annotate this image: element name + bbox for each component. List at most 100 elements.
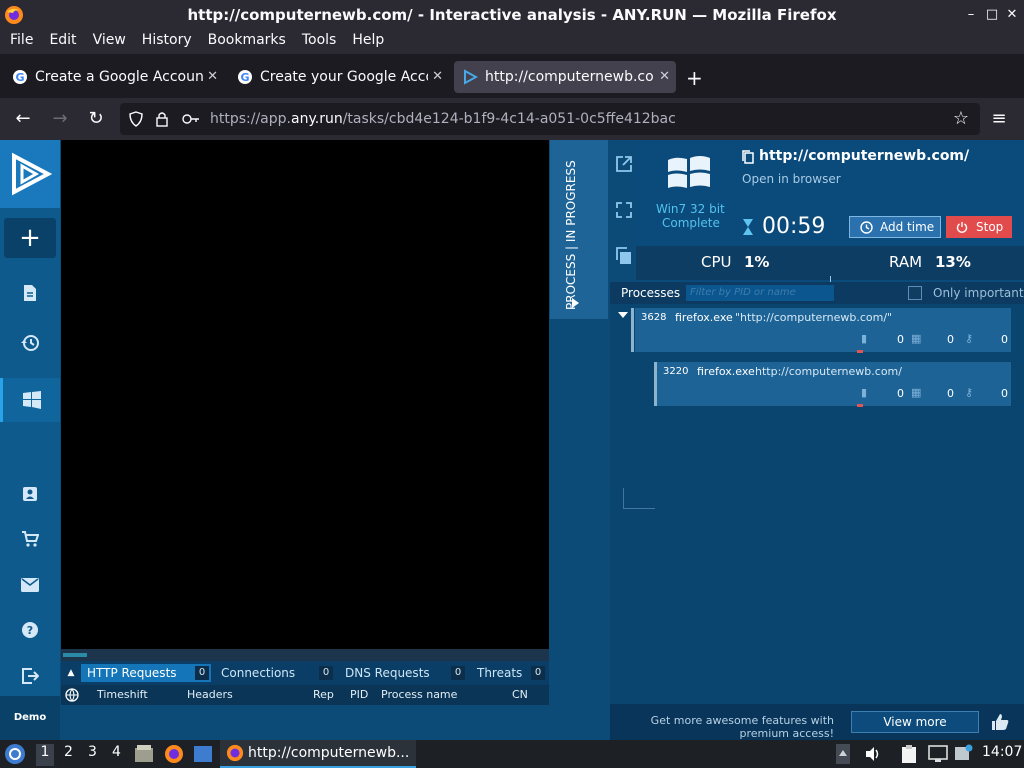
tab-google-account-1[interactable]: G Create a Google Account ✕ xyxy=(4,61,224,93)
workspace-2[interactable]: 2 xyxy=(64,744,73,760)
process-filter-input[interactable]: Filter by PID or name xyxy=(686,285,834,301)
play-icon xyxy=(572,298,579,308)
col-rep[interactable]: Rep xyxy=(313,688,334,701)
process-row[interactable]: 3220 firefox.exe http://computernewb.com… xyxy=(657,362,1011,407)
demo-plan-badge[interactable]: Demo plan xyxy=(0,696,60,767)
stop-button[interactable]: Stop xyxy=(946,216,1012,238)
google-icon: G xyxy=(238,70,252,84)
registry-key-icon: ⚷ xyxy=(965,332,974,345)
new-task-button[interactable]: + xyxy=(4,218,56,258)
tab-http-requests[interactable]: HTTP Requests 0 xyxy=(81,664,211,682)
copy-icon[interactable] xyxy=(614,246,634,266)
col-timeshift[interactable]: Timeshift xyxy=(97,688,148,701)
scroll-up-icon[interactable] xyxy=(836,744,850,764)
tab-anyrun[interactable]: http://computernewb.com/ ✕ xyxy=(454,61,676,93)
window-titlebar: http://computernewb.com/ - Interactive a… xyxy=(0,0,1024,30)
hamburger-menu-icon[interactable]: ≡ xyxy=(988,108,1010,130)
bookmark-star-icon[interactable]: ☆ xyxy=(950,108,972,130)
collapse-icon[interactable]: ▲ xyxy=(61,661,81,685)
view-more-button[interactable]: View more xyxy=(851,711,979,733)
menu-view[interactable]: View xyxy=(83,30,126,54)
tab-close-icon[interactable]: ✕ xyxy=(432,69,443,84)
col-cn[interactable]: CN xyxy=(512,688,528,701)
sidebar-windows-task[interactable] xyxy=(0,378,60,422)
lock-icon[interactable] xyxy=(154,110,170,128)
url-bar[interactable]: https://app.any.run/tasks/cbd4e124-b1f9-… xyxy=(120,103,980,135)
only-important-label[interactable]: Only important xyxy=(933,286,1024,300)
sidebar-history[interactable] xyxy=(0,324,60,364)
tab-threats[interactable]: Threats 0 xyxy=(471,664,547,682)
col-pid[interactable]: PID xyxy=(350,688,368,701)
tab-strip: G Create a Google Account ✕ G Create you… xyxy=(0,56,1024,98)
maximize-button[interactable]: □ xyxy=(983,6,1001,24)
sidebar-profile[interactable] xyxy=(0,476,60,516)
http-table-header: Timeshift Headers Rep PID Process name C… xyxy=(61,685,549,705)
col-process-name[interactable]: Process name xyxy=(381,688,457,701)
task-url[interactable]: http://computernewb.com/ xyxy=(759,148,969,164)
process-activity-marker xyxy=(857,404,863,407)
sidebar-help[interactable]: ? xyxy=(0,610,60,650)
tab-connections[interactable]: Connections 0 xyxy=(215,664,335,682)
only-important-checkbox[interactable] xyxy=(908,286,922,300)
close-button[interactable]: ✕ xyxy=(1003,6,1021,24)
add-time-button[interactable]: Add time xyxy=(849,216,941,238)
os-name: Win7 32 bit xyxy=(656,202,725,216)
url-text[interactable]: https://app.any.run/tasks/cbd4e124-b1f9-… xyxy=(210,111,676,127)
globe-icon xyxy=(65,688,79,702)
tab-dns-requests[interactable]: DNS Requests 0 xyxy=(339,664,467,682)
tab-google-account-2[interactable]: G Create your Google Account ✕ xyxy=(229,61,449,93)
sidebar-reports[interactable] xyxy=(0,274,60,314)
windows7-logo-icon xyxy=(668,156,710,188)
tab-close-icon[interactable]: ✕ xyxy=(659,69,670,84)
desktop-icon[interactable] xyxy=(193,745,213,763)
tab-close-icon[interactable]: ✕ xyxy=(207,69,218,84)
sidebar-mail[interactable] xyxy=(0,566,60,606)
history-icon xyxy=(21,335,39,351)
workspace-3[interactable]: 3 xyxy=(88,744,97,760)
file-icon: ▮ xyxy=(861,332,868,345)
process-status-tab[interactable]: PROCESS | IN PROGRESS xyxy=(550,140,608,319)
notification-icon[interactable] xyxy=(954,744,974,762)
navigation-bar: ← → ↻ https://app.any.run/tasks/cbd4e124… xyxy=(0,98,1024,140)
anyrun-logo[interactable] xyxy=(0,140,60,208)
shield-icon[interactable] xyxy=(128,111,144,127)
anyrun-icon xyxy=(464,69,478,85)
menu-file[interactable]: File xyxy=(0,30,33,54)
back-icon[interactable]: ← xyxy=(12,108,34,130)
col-headers[interactable]: Headers xyxy=(187,688,233,701)
menu-edit[interactable]: Edit xyxy=(39,30,76,54)
thumbs-up-icon[interactable] xyxy=(990,712,1010,732)
open-in-browser-link[interactable]: Open in browser xyxy=(742,172,841,186)
workspace-1[interactable]: 1 xyxy=(36,744,54,766)
start-menu-icon[interactable] xyxy=(4,743,26,765)
menu-history[interactable]: History xyxy=(132,30,192,54)
menu-tools[interactable]: Tools xyxy=(292,30,337,54)
process-row[interactable]: 3628 firefox.exe "http://computernewb.co… xyxy=(635,308,1011,353)
fullscreen-icon[interactable] xyxy=(614,200,634,220)
menu-help[interactable]: Help xyxy=(342,30,384,54)
file-manager-icon[interactable] xyxy=(134,744,154,764)
taskbar-firefox-window[interactable]: http://computernewb... xyxy=(220,740,416,768)
reload-icon[interactable]: ↻ xyxy=(85,108,107,130)
minimize-button[interactable]: – xyxy=(962,6,980,24)
new-tab-button[interactable]: + xyxy=(686,66,703,90)
clipboard-icon[interactable] xyxy=(742,150,754,164)
network-icon[interactable] xyxy=(928,745,948,763)
key-icon[interactable] xyxy=(182,112,200,126)
external-link-icon[interactable] xyxy=(614,154,634,174)
forward-icon[interactable]: → xyxy=(49,108,71,130)
vm-screen[interactable] xyxy=(61,140,549,649)
menu-bookmarks[interactable]: Bookmarks xyxy=(198,30,286,54)
clipboard-tray-icon[interactable] xyxy=(900,744,918,764)
resource-usage-bar: CPU 1% RAM 13% xyxy=(636,246,1024,282)
svg-text:G: G xyxy=(15,71,24,84)
firefox-icon xyxy=(226,744,244,762)
workspace-4[interactable]: 4 xyxy=(112,744,121,760)
firefox-launcher-icon[interactable] xyxy=(164,744,184,764)
sidebar-logout[interactable] xyxy=(0,656,60,696)
sidebar-shop[interactable] xyxy=(0,520,60,560)
volume-icon[interactable] xyxy=(864,745,882,763)
processes-header: Processes Filter by PID or name Only imp… xyxy=(610,282,1024,304)
task-timer: 00:59 xyxy=(762,214,826,239)
expand-arrow-icon[interactable] xyxy=(618,312,628,318)
